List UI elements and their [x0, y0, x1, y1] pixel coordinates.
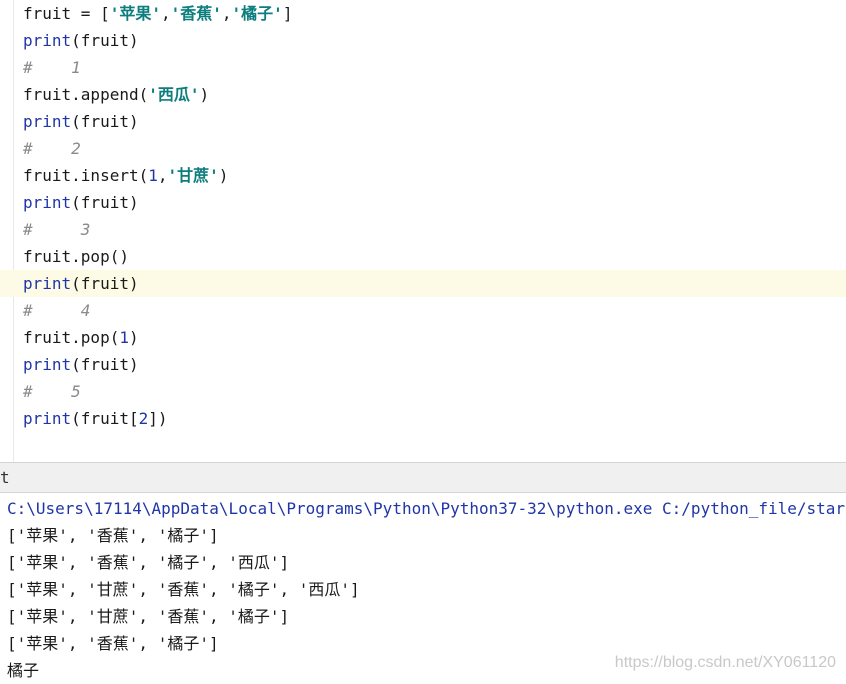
code-token: ) — [218, 166, 229, 185]
code-line[interactable]: fruit.pop(1) — [0, 324, 846, 351]
console-output-line: ['苹果', '甘蔗', '香蕉', '橘子'] — [7, 607, 290, 626]
console-command-line: C:\Users\17114\AppData\Local\Programs\Py… — [7, 499, 846, 518]
code-line[interactable]: print(fruit[2]) — [0, 405, 846, 432]
code-token: , — [221, 4, 232, 23]
code-line[interactable]: fruit.append('西瓜') — [0, 81, 846, 108]
console-output-line: ['苹果', '甘蔗', '香蕉', '橘子', '西瓜'] — [7, 580, 360, 599]
code-token: ) — [199, 85, 210, 104]
code-token: fruit.pop( — [23, 328, 120, 347]
code-token: # 5 — [23, 382, 81, 401]
code-token: # 3 — [23, 220, 91, 239]
console-output-line: ['苹果', '香蕉', '橘子'] — [7, 634, 219, 653]
console-output-line: ['苹果', '香蕉', '橘子'] — [7, 526, 219, 545]
code-token: (fruit) — [71, 355, 139, 374]
code-line[interactable]: fruit = ['苹果','香蕉','橘子'] — [0, 0, 846, 27]
code-token: (fruit) — [71, 274, 139, 293]
code-line[interactable]: # 2 — [0, 135, 846, 162]
code-token: '西瓜' — [148, 85, 200, 104]
code-token: '香蕉' — [170, 4, 222, 23]
code-token: # 4 — [23, 301, 91, 320]
code-editor[interactable]: fruit = ['苹果','香蕉','橘子'] print(fruit) # 1f… — [0, 0, 846, 462]
code-token: , — [157, 166, 168, 185]
code-token: '苹果' — [109, 4, 161, 23]
code-token: print — [23, 274, 72, 293]
code-token: '橘子' — [231, 4, 283, 23]
code-line[interactable]: fruit.pop() — [0, 243, 846, 270]
code-token: ) — [128, 328, 139, 347]
run-panel-header[interactable]: t — [0, 462, 846, 493]
code-token: print — [23, 193, 72, 212]
code-token: fruit.append( — [23, 85, 149, 104]
code-token: # 2 — [23, 139, 81, 158]
console-output-line: ['苹果', '香蕉', '橘子', '西瓜'] — [7, 553, 290, 572]
code-token: print — [23, 355, 72, 374]
code-token: fruit.pop() — [23, 247, 129, 266]
code-token: (fruit) — [71, 112, 139, 131]
code-token: '甘蔗' — [167, 166, 219, 185]
code-line[interactable]: print(fruit) — [0, 108, 846, 135]
code-line[interactable]: # 4 — [0, 297, 846, 324]
code-token: 1 — [119, 328, 129, 347]
code-token: fruit = [ — [23, 4, 110, 23]
code-token: ]) — [148, 409, 168, 428]
code-line[interactable]: fruit.insert(1,'甘蔗') — [0, 162, 846, 189]
code-line[interactable]: print(fruit) — [0, 27, 846, 54]
code-token: print — [23, 31, 72, 50]
code-token: (fruit[ — [71, 409, 139, 428]
code-token: # 1 — [23, 58, 81, 77]
run-panel-title: t — [0, 468, 10, 487]
code-token: , — [160, 4, 171, 23]
code-token: ] — [282, 4, 293, 23]
code-token: 1 — [148, 166, 158, 185]
code-line[interactable]: print(fruit) — [0, 270, 846, 297]
code-line[interactable]: # 3 — [0, 216, 846, 243]
code-token: (fruit) — [71, 193, 139, 212]
code-token: print — [23, 112, 72, 131]
code-token: print — [23, 409, 72, 428]
watermark: https://blog.csdn.net/XY061120 — [614, 654, 836, 671]
code-token: fruit.insert( — [23, 166, 149, 185]
code-token: 2 — [138, 409, 149, 428]
code-line[interactable]: print(fruit) — [0, 351, 846, 378]
code-line[interactable]: # 1 — [0, 54, 846, 81]
code-line[interactable]: # 5 — [0, 378, 846, 405]
code-line[interactable]: print(fruit) — [0, 189, 846, 216]
run-console[interactable]: C:\Users\17114\AppData\Local\Programs\Py… — [0, 493, 846, 680]
code-token: (fruit) — [71, 31, 139, 50]
